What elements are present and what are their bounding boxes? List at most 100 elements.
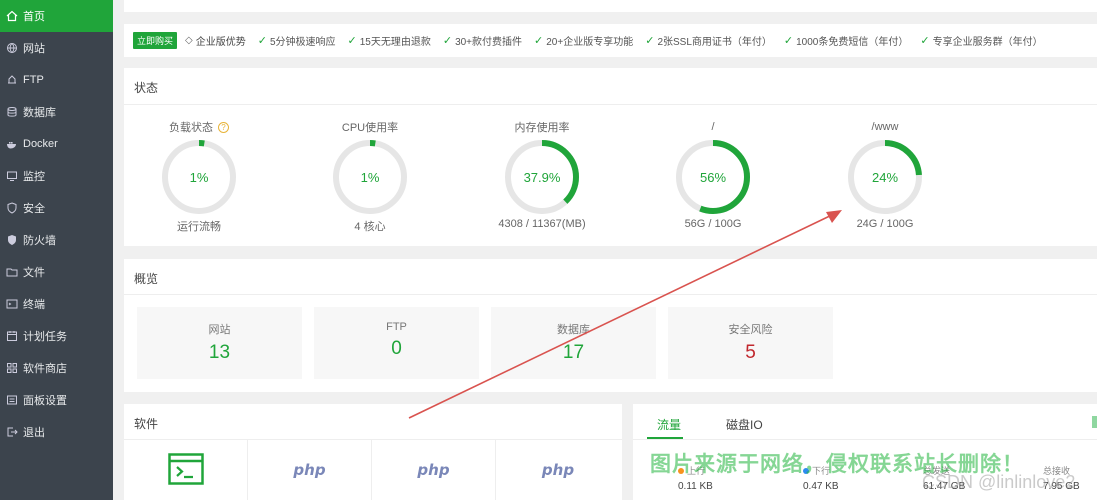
software-item-php[interactable]: php	[496, 440, 620, 500]
sidebar-item-label: 面板设置	[23, 395, 67, 407]
promo-feature-text: 15天无理由退款	[359, 37, 431, 48]
sidebar-item-settings[interactable]: 面板设置	[0, 384, 113, 416]
divider	[633, 439, 1097, 440]
php-icon: php	[541, 461, 575, 479]
sidebar-item-terminal[interactable]: 终端	[0, 288, 113, 320]
sidebar-item-label: FTP	[23, 74, 44, 86]
sidebar-item-security[interactable]: 安全	[0, 192, 113, 224]
status-title: 状态	[134, 81, 159, 95]
gauge-label: 内存使用率	[514, 122, 570, 134]
gauge-label: /	[711, 121, 715, 133]
sidebar-item-firewall[interactable]: 防火墙	[0, 224, 113, 256]
stat-value: 13	[208, 342, 231, 363]
sidebar-item-monitor[interactable]: 监控	[0, 160, 113, 192]
promo-feature-text: 2张SSL商用证书（年付）	[657, 37, 772, 48]
promo-feature: ✓ 2张SSL商用证书（年付）	[645, 33, 772, 48]
divider	[124, 294, 1097, 295]
gauge-label-row: CPU使用率	[295, 120, 445, 134]
terminal-icon	[6, 298, 18, 310]
promo-feature-text: 5分钟极速响应	[269, 37, 336, 48]
tab-disk-io[interactable]: 磁盘IO	[726, 416, 763, 433]
gauge-cpu[interactable]: CPU使用率 1% 4 核心	[295, 120, 445, 234]
sidebar-item-ftp[interactable]: FTP	[0, 64, 113, 96]
gauge-sub: 4 核心	[354, 221, 386, 233]
php-icon: php	[417, 461, 450, 479]
check-icon: ✓	[534, 35, 544, 47]
sidebar-item-files[interactable]: 文件	[0, 256, 113, 288]
gauge-disk-www[interactable]: /www 24% 24G / 100G	[810, 120, 960, 230]
gauge-memory[interactable]: 内存使用率 37.9% 4308 / 11367(MB)	[467, 120, 617, 230]
sidebar-item-label: 计划任务	[23, 331, 67, 343]
sidebar-item-label: 首页	[23, 11, 45, 23]
sidebar-item-label: 数据库	[23, 107, 56, 119]
stat-security-risk[interactable]: 安全风险 5	[668, 307, 833, 379]
promo-feature: ✓ 30+款付费插件	[443, 33, 522, 48]
stat-label: 数据库	[557, 324, 590, 336]
sidebar-item-label: 终端	[23, 299, 45, 311]
promo-feature-text: 20+企业版专享功能	[546, 37, 634, 48]
stat-websites[interactable]: 网站 13	[137, 307, 302, 379]
terminal-icon	[167, 452, 204, 488]
stat-ftp[interactable]: FTP 0	[314, 307, 479, 379]
software-panel: 软件 php php php	[124, 404, 622, 500]
sidebar-item-store[interactable]: 软件商店	[0, 352, 113, 384]
stat-label: 网站	[208, 324, 231, 336]
home-icon	[6, 10, 18, 22]
sidebar-item-logout[interactable]: 退出	[0, 416, 113, 448]
gauge-ring: 37.9%	[502, 137, 582, 217]
gauge-ring: 24%	[845, 137, 925, 217]
gauge-label: /www	[871, 121, 899, 133]
docker-icon	[6, 138, 18, 150]
side-tag[interactable]	[1092, 416, 1097, 428]
help-icon[interactable]: ?	[218, 121, 229, 133]
software-item-php[interactable]: php	[372, 440, 496, 500]
overview-panel: 概览 网站 13 FTP 0 数据库 17 安全风险 5	[124, 259, 1097, 392]
gauge-load[interactable]: 负载状态 ? 1% 运行流畅	[124, 120, 274, 234]
gauge-value: 37.9%	[523, 169, 561, 185]
check-icon: ✓	[442, 35, 453, 47]
gauge-disk-root[interactable]: / 56% 56G / 100G	[638, 120, 788, 230]
gauge-label: CPU使用率	[341, 122, 399, 134]
diamond-icon: ◇	[185, 35, 193, 46]
promo-feature-text: 专享企业服务群（年付）	[932, 37, 1043, 48]
gauge-label-row: /	[638, 120, 788, 134]
globe-icon	[6, 42, 18, 54]
buy-now-button[interactable]: 立即购买	[133, 32, 178, 49]
software-item-terminal[interactable]	[124, 440, 248, 500]
gauge-value: 1%	[189, 169, 209, 185]
gauge-label: 负载状态	[169, 122, 213, 134]
promo-feature-text: 30+款付费插件	[455, 37, 523, 48]
check-icon: ✓	[257, 35, 267, 47]
ftp-icon	[6, 74, 18, 86]
sidebar-item-label: 安全	[23, 203, 45, 215]
stat-label: 安全风险	[728, 324, 773, 336]
promo-feature: ✓ 15天无理由退款	[348, 33, 431, 48]
promo-feature: ✓ 5分钟极速响应	[258, 33, 336, 48]
promo-bar: 立即购买 ◇ 企业版优势 ✓ 5分钟极速响应 ✓ 15天无理由退款 ✓ 30+款付费插…	[124, 24, 1097, 57]
gauge-ring: 1%	[330, 137, 410, 217]
stat-value: 5	[745, 342, 756, 363]
gauge-sub: 56G / 100G	[684, 218, 742, 230]
sidebar-item-cron[interactable]: 计划任务	[0, 320, 113, 352]
sidebar-item-database[interactable]: 数据库	[0, 96, 113, 128]
traffic-value: 0.11 KB	[678, 481, 713, 492]
sidebar-item-docker[interactable]: Docker	[0, 128, 113, 160]
software-title: 软件	[134, 417, 159, 431]
settings-icon	[6, 394, 18, 406]
folder-icon	[6, 266, 18, 278]
gauge-sub: 24G / 100G	[856, 218, 914, 230]
monitor-icon	[6, 170, 18, 182]
traffic-value: 0.47 KB	[803, 481, 839, 492]
sidebar-item-home[interactable]: 首页	[0, 0, 113, 32]
stat-value: 0	[391, 338, 402, 359]
gauge-sub: 运行流畅	[177, 221, 221, 233]
software-item-php[interactable]: php	[248, 440, 372, 500]
promo-feature: ✓ 专享企业服务群（年付）	[920, 33, 1042, 48]
stat-databases[interactable]: 数据库 17	[491, 307, 656, 379]
promo-feature: ✓ 20+企业版专享功能	[534, 33, 633, 48]
logout-icon	[6, 426, 18, 438]
csdn-watermark: CSDN @linlinlove2	[922, 472, 1076, 492]
divider	[124, 104, 1097, 105]
sidebar-item-website[interactable]: 网站	[0, 32, 113, 64]
tab-traffic[interactable]: 流量	[657, 416, 681, 433]
